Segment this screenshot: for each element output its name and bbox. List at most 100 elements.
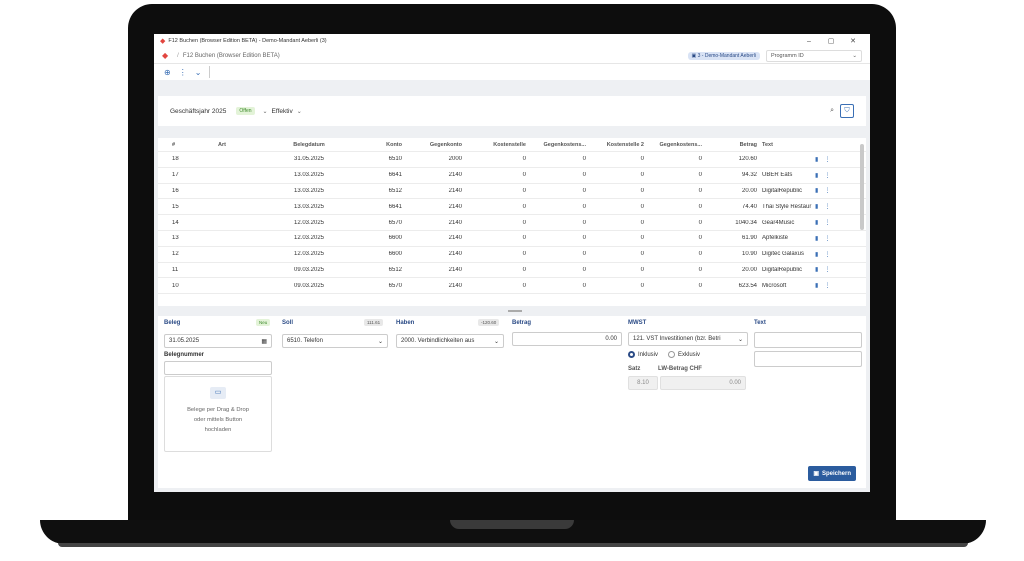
table-row[interactable]: 11 09.03.2025 6512 2140 0 0 0 0 20.00 DigitalRepu… [158, 263, 866, 279]
minimize-button[interactable]: – [798, 38, 820, 45]
close-button[interactable]: ✕ [842, 37, 864, 45]
table-cell: 2000 [448, 156, 462, 163]
maximize-button[interactable]: ▢ [820, 37, 842, 45]
table-cell: 10 [172, 282, 179, 289]
more-icon[interactable]: ⋮ [824, 282, 830, 289]
table-cell: 0 [582, 156, 586, 163]
document-icon[interactable]: ▮ [815, 266, 818, 273]
window-title: F12 Buchen (Browser Edition BETA) - Demo… [168, 38, 327, 44]
table-cell: 20.00 [741, 266, 757, 273]
table-row[interactable]: 15 13.03.2025 6641 2140 0 0 0 0 74.40 Thai Style … [158, 199, 866, 216]
more-icon[interactable]: ⋮ [824, 251, 830, 258]
table-cell: 18 [172, 156, 179, 163]
breadcrumb-page[interactable]: F12 Buchen (Browser Edition BETA) [183, 53, 280, 59]
document-icon[interactable]: ▮ [815, 203, 818, 210]
table-row[interactable]: 16 13.03.2025 6512 2140 0 0 0 0 20.00 DigitalRepu… [158, 184, 866, 200]
table-row[interactable]: 12 12.03.2025 6600 2140 0 0 0 0 10.90 Digitec Gal… [158, 247, 866, 263]
inklusiv-radio[interactable]: Inklusiv [628, 351, 658, 358]
chevron-down-icon[interactable]: ⌄ [297, 108, 302, 115]
table-cell: 2140 [448, 203, 462, 210]
beleg-label: Beleg [164, 320, 181, 326]
save-label: Speichern [821, 470, 851, 477]
chevron-down-icon[interactable]: ⌄ [263, 108, 268, 115]
column-header[interactable]: Kostenstelle 2 [586, 142, 644, 148]
search-icon[interactable]: ⌕ [830, 107, 834, 115]
haben-balance-badge: -120.60 [478, 319, 500, 326]
pane-splitter[interactable] [508, 310, 522, 312]
upload-dropzone[interactable]: ▭ Belege per Drag & Drop oder mittels Bu… [164, 376, 272, 452]
document-icon[interactable]: ▮ [815, 172, 818, 179]
column-header[interactable]: Kostenstelle [462, 142, 526, 148]
column-header[interactable]: Text [757, 142, 815, 148]
column-header[interactable]: # [158, 142, 218, 148]
column-header[interactable]: Gegenkostens... [526, 142, 587, 148]
add-icon[interactable]: ⊕ [164, 68, 171, 77]
table-cell: 0 [698, 187, 702, 194]
table-cell: Gear4Music [762, 219, 795, 226]
column-header[interactable]: Gegenkostens... [644, 142, 703, 148]
table-cell: 0 [522, 156, 526, 163]
betrag-field[interactable]: 0.00 [512, 332, 622, 346]
table-cell: 0 [698, 266, 702, 273]
fiscal-year-select[interactable]: Geschäftsjahr 2025 [170, 108, 226, 115]
text-field-1[interactable] [754, 332, 862, 348]
chevron-down-icon: ⌄ [852, 52, 857, 59]
document-icon[interactable]: ▮ [815, 156, 818, 163]
table-cell: 94.32 [741, 172, 757, 179]
calendar-icon[interactable]: ▦ [261, 338, 267, 345]
table-row[interactable]: 17 13.03.2025 6641 2140 0 0 0 0 94.32 UBER Eats ▮ ⋮ [158, 168, 866, 184]
mode-select[interactable]: Effektiv [272, 108, 293, 115]
table-row[interactable]: 13 12.03.2025 6600 2140 0 0 0 0 61.90 Apfelkiste ▮… [158, 231, 866, 247]
table-cell: 0 [522, 282, 526, 289]
column-header[interactable]: Konto [340, 142, 402, 148]
mandant-badge[interactable]: ▣ 3 - Demo-Mandant Aeberli [687, 51, 760, 60]
table-cell: 120.60 [738, 156, 757, 163]
table-cell: 09.03.2025 [293, 282, 325, 289]
document-icon[interactable]: ▮ [815, 219, 818, 226]
column-header[interactable]: Belegdatum [278, 142, 340, 148]
document-icon[interactable]: ▮ [815, 251, 818, 258]
text-field-2[interactable] [754, 351, 862, 367]
more-icon[interactable]: ⋮ [824, 187, 830, 194]
save-button[interactable]: ▣ Speichern [808, 466, 856, 481]
table-row[interactable]: 10 09.03.2025 6570 2140 0 0 0 0 623.54 Microsoft ▮… [158, 278, 866, 295]
home-logo-icon[interactable]: ◆ [162, 51, 168, 60]
upload-icon[interactable]: ▭ [210, 387, 226, 399]
table-scrollbar[interactable] [860, 144, 864, 230]
mwst-select[interactable]: 121. VST Investitionen (bzr. Betri ⌄ [628, 332, 748, 346]
program-id-select[interactable]: Programm ID ⌄ [766, 49, 862, 62]
more-icon[interactable]: ⋮ [179, 68, 187, 77]
table-cell: 6570 [388, 282, 402, 289]
chevron-down-icon: ⌄ [737, 336, 743, 343]
table-row[interactable]: 14 12.03.2025 6570 2140 0 0 0 0 1040.34 Gear4Musi… [158, 215, 866, 231]
table-cell: Digitec Galaxus [762, 251, 805, 258]
more-icon[interactable]: ⋮ [824, 172, 830, 179]
more-icon[interactable]: ⋮ [824, 156, 830, 163]
more-icon[interactable]: ⋮ [824, 235, 830, 242]
belegnummer-field[interactable] [164, 361, 272, 375]
filter-bar: Geschäftsjahr 2025 Offen ⌄ Effektiv ⌄ ⌕ … [158, 96, 866, 126]
filter-icon[interactable]: ⛉ [840, 104, 854, 118]
document-icon[interactable]: ▮ [815, 282, 818, 289]
table-row[interactable]: 18 31.05.2025 6510 2000 0 0 0 0 120.60 ▮ ⋮ [158, 152, 866, 168]
chevron-down-icon[interactable]: ⌄ [195, 68, 202, 77]
document-icon[interactable]: ▮ [815, 235, 818, 242]
haben-account-select[interactable]: 2000. Verbindlichkeiten aus ⌄ [396, 334, 504, 348]
column-header[interactable]: Betrag [702, 142, 757, 148]
table-cell: 2140 [448, 219, 462, 226]
exklusiv-radio[interactable]: Exklusiv [668, 351, 700, 358]
table-cell: 0 [522, 172, 526, 179]
more-icon[interactable]: ⋮ [824, 219, 830, 226]
column-header[interactable]: Gegenkonto [402, 142, 462, 148]
new-badge: Neu [256, 319, 271, 326]
soll-account-select[interactable]: 6510. Telefon ⌄ [282, 334, 388, 348]
document-icon[interactable]: ▮ [815, 187, 818, 194]
mwst-label: MWST [628, 320, 647, 326]
status-chip[interactable]: Offen [236, 107, 255, 115]
table-cell: 2140 [448, 187, 462, 194]
more-icon[interactable]: ⋮ [824, 266, 830, 273]
column-header[interactable]: Art [218, 142, 278, 148]
exklusiv-label: Exklusiv [678, 351, 701, 358]
belegdatum-field[interactable]: 31.05.2025 ▦ [164, 334, 272, 348]
more-icon[interactable]: ⋮ [824, 203, 830, 210]
